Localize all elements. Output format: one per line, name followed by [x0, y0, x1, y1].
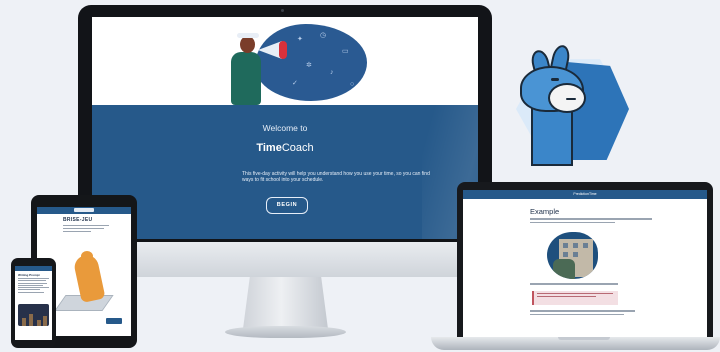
doodle-star-icon: ✦: [297, 36, 303, 43]
desktop-screen: ✦ ◷ ▭ ✲ ♪ ✓ ○ Welcome to TimeCoach This …: [92, 17, 478, 239]
brand-title: TimeCoach: [92, 142, 478, 154]
llama-eye: [551, 78, 559, 81]
brand-regular: Coach: [281, 142, 314, 154]
monitor-stand: [243, 277, 328, 329]
phone-body-text: [18, 278, 49, 294]
coach-person-illustration: [231, 52, 261, 105]
laptop-caption-text: [530, 283, 640, 287]
llama-mouth: [566, 98, 576, 100]
laptop-photo: [547, 232, 598, 279]
coach-visor: [237, 33, 259, 38]
phone-screen: Writing Prompt: [15, 266, 52, 340]
intro-text: This five-day activity will help you und…: [242, 171, 430, 183]
monitor-camera: [281, 9, 284, 12]
laptop-nav-bar: PredictionTime: [463, 190, 707, 199]
laptop-screen: PredictionTime Example: [463, 190, 707, 337]
doodle-check-icon: ✓: [292, 80, 298, 87]
cat-head: [81, 251, 93, 261]
doodle-gear-icon: ✲: [306, 62, 312, 69]
coach-person-head: [240, 36, 255, 53]
laptop-footer-text: [530, 310, 640, 317]
phone-image: [18, 304, 49, 326]
doodle-circle-icon: ○: [350, 81, 355, 88]
brand-bold: Time: [256, 142, 282, 154]
hero-illustration-area: ✦ ◷ ▭ ✲ ♪ ✓ ○: [92, 17, 478, 105]
laptop-notch: [558, 337, 610, 340]
tablet-page-title: BRISE-JEU: [63, 217, 93, 223]
monitor-base: [225, 326, 346, 338]
doodle-book-icon: ▭: [342, 48, 349, 55]
tablet-body-text: [63, 225, 109, 234]
doodle-clock-icon: ◷: [320, 32, 327, 39]
tablet-next-button[interactable]: [106, 318, 122, 324]
doodle-note-icon: ♪: [330, 69, 334, 76]
phone-nav-bar: [15, 266, 52, 271]
laptop-page-title: Example: [530, 207, 560, 216]
begin-button[interactable]: BEGIN: [266, 197, 308, 214]
welcome-text: Welcome to: [262, 123, 308, 133]
phone-page-title: Writing Prompt: [18, 273, 40, 277]
megaphone-ring: [279, 41, 287, 59]
laptop-highlight-quote: [532, 291, 618, 305]
laptop-body-text: [530, 218, 652, 225]
tablet-nav-bar: [37, 207, 131, 214]
monitor-chin: [78, 242, 492, 277]
